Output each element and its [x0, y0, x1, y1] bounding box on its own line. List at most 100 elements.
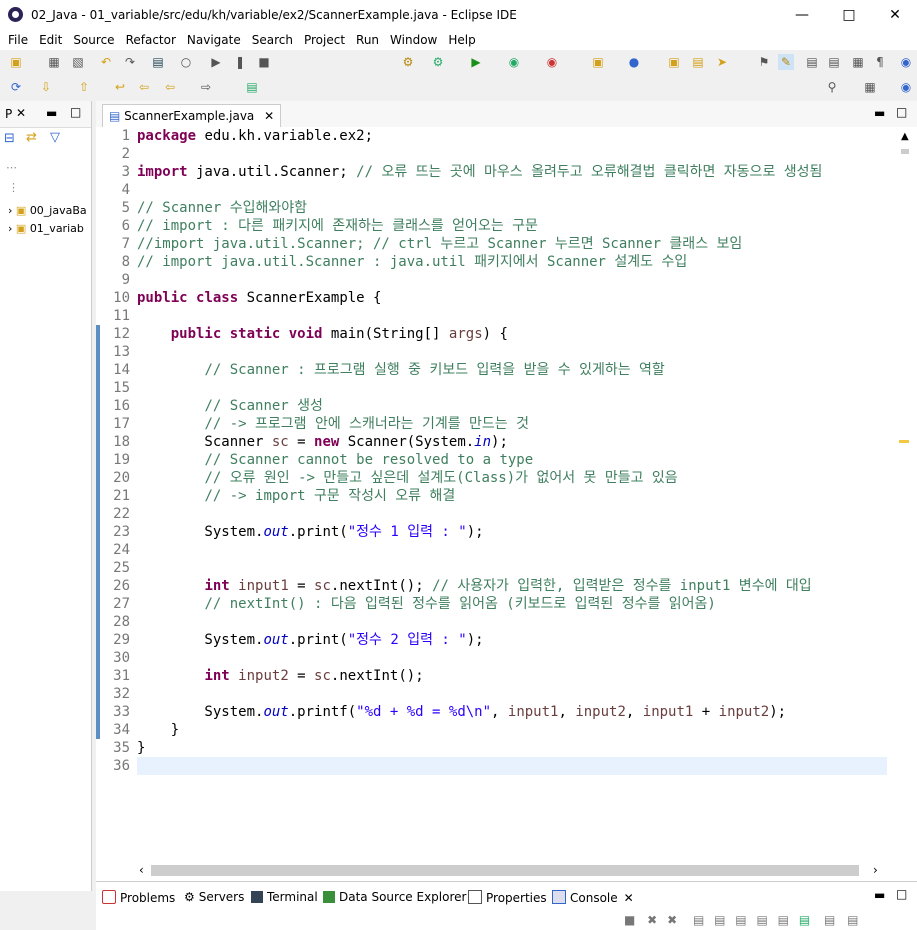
code-line[interactable]: int input1 = sc.nextInt(); // 사용자가 입력한, … [137, 577, 887, 595]
show-stdout-icon[interactable]: ▤ [756, 913, 767, 927]
show-stderr-icon[interactable]: ▤ [778, 913, 789, 927]
remove-all-icon[interactable]: ✖ [667, 913, 677, 927]
back-arrow-icon[interactable]: ⇦ [162, 79, 178, 95]
open-perspective-icon[interactable]: ▦ [862, 79, 878, 95]
code-line[interactable] [137, 271, 887, 289]
code-line[interactable] [137, 379, 887, 397]
code-line[interactable]: // Scanner 생성 [137, 397, 887, 415]
word-wrap-icon[interactable]: ▤ [735, 913, 746, 927]
tab-problems[interactable]: Problems [102, 890, 175, 905]
save-all-icon[interactable]: ▧ [70, 54, 86, 70]
last-edit-icon[interactable]: ↩ [112, 79, 128, 95]
code-line[interactable]: int input2 = sc.nextInt(); [137, 667, 887, 685]
perspective-icon[interactable]: ◉ [898, 79, 914, 95]
code-line[interactable]: } [137, 739, 887, 757]
minimize-view-icon[interactable]: ▬ [46, 106, 57, 120]
tree-item-project-0[interactable]: › ▣ 00_javaBa [8, 204, 90, 217]
close-icon[interactable]: ✕ [16, 106, 26, 120]
maximize-panel-icon[interactable]: □ [896, 887, 907, 901]
code-line[interactable]: package edu.kh.variable.ex2; [137, 127, 887, 145]
code-line[interactable] [137, 343, 887, 361]
block-selection-icon[interactable]: ▤ [804, 54, 820, 70]
skip-breakpoints-icon[interactable]: ○ [178, 54, 194, 70]
maximize-editor-icon[interactable]: □ [896, 105, 907, 119]
code-line[interactable] [137, 757, 887, 775]
undo-icon[interactable]: ↶ [98, 54, 114, 70]
minimize-editor-icon[interactable]: ▬ [874, 106, 885, 120]
horizontal-scrollbar[interactable]: ‹ › [137, 862, 897, 879]
package-explorer-tab[interactable]: P [5, 107, 12, 121]
save-icon[interactable]: ▦ [46, 54, 62, 70]
view-menu-icon[interactable]: ⋯ [6, 161, 17, 174]
toggle-mark-icon[interactable]: ⚑ [756, 54, 772, 70]
menu-run[interactable]: Run [348, 30, 382, 47]
code-line[interactable]: // 오류 원인 -> 만들고 싶은데 설계도(Class)가 없어서 못 만들… [137, 469, 887, 487]
menu-edit[interactable]: Edit [31, 30, 65, 47]
link-editor-icon[interactable]: ⇄ [26, 130, 37, 145]
java-perspective-icon[interactable]: ◉ [898, 54, 914, 70]
code-line[interactable]: // import java.util.Scanner : java.util … [137, 253, 887, 271]
expand-icon[interactable]: › [8, 222, 12, 235]
word-wrap-icon[interactable]: ▤ [826, 54, 842, 70]
show-whitespace-icon[interactable]: ▦ [850, 54, 866, 70]
forward-icon[interactable]: ⇨ [198, 79, 214, 95]
code-line[interactable] [137, 145, 887, 163]
code-line[interactable] [137, 685, 887, 703]
menu-help[interactable]: Help [440, 30, 478, 47]
code-line[interactable]: System.out.print("정수 1 입력 : "); [137, 523, 887, 541]
close-tab-icon[interactable]: ✕ [624, 891, 634, 905]
tab-properties[interactable]: Properties [468, 890, 547, 905]
menu-file[interactable]: File [0, 30, 31, 47]
code-line[interactable]: System.out.printf("%d + %d = %d\n", inpu… [137, 703, 887, 721]
tab-terminal[interactable]: Terminal [251, 890, 318, 904]
minimize-panel-icon[interactable]: ▬ [874, 888, 885, 902]
code-line[interactable]: public static void main(String[] args) { [137, 325, 887, 343]
code-line[interactable] [137, 307, 887, 325]
search-launch-icon[interactable]: ➤ [714, 54, 730, 70]
tree-item-project-1[interactable]: › ▣ 01_variab [8, 222, 90, 235]
open-type-icon[interactable]: ▣ [666, 54, 682, 70]
refresh-icon[interactable]: ⟳ [8, 79, 24, 95]
code-line[interactable]: //import java.util.Scanner; // ctrl 누르고 … [137, 235, 887, 253]
pin-editor-icon[interactable]: ▤ [244, 79, 260, 95]
menu-project[interactable]: Project [296, 30, 348, 47]
tab-data-source-explorer[interactable]: Data Source Explorer [323, 890, 466, 904]
overview-marker[interactable] [899, 440, 909, 443]
scroll-thumb[interactable] [151, 865, 859, 876]
menu-window[interactable]: Window [382, 30, 440, 47]
close-tab-icon[interactable]: ✕ [264, 109, 274, 123]
collapse-all-icon[interactable]: ⊟ [4, 131, 15, 146]
new-class-icon[interactable]: ● [626, 54, 642, 70]
filter-icon[interactable]: ▽ [50, 130, 60, 145]
code-line[interactable]: import java.util.Scanner; // 오류 뜨는 곳에 마우… [137, 163, 887, 181]
code-line[interactable]: // Scanner cannot be resolved to a type [137, 451, 887, 469]
code-line[interactable]: Scanner sc = new Scanner(System.in); [137, 433, 887, 451]
pilcrow-icon[interactable]: ¶ [872, 54, 888, 70]
remove-launch-icon[interactable]: ✖ [647, 913, 657, 927]
code-line[interactable]: public class ScannerExample { [137, 289, 887, 307]
code-line[interactable]: // Scanner 수입해와야함 [137, 199, 887, 217]
code-line[interactable]: // import : 다른 패키지에 존재하는 클래스를 얻어오는 구문 [137, 217, 887, 235]
expand-icon[interactable]: › [8, 204, 12, 217]
code-line[interactable]: } [137, 721, 887, 739]
previous-annotation-icon[interactable]: ⇧ [76, 79, 92, 95]
code-line[interactable]: // -> 프로그램 안에 스캐너라는 기계를 만드는 것 [137, 415, 887, 433]
maximize-view-icon[interactable]: □ [70, 105, 81, 119]
scroll-left-icon[interactable]: ‹ [139, 863, 144, 877]
code-line[interactable]: // Scanner : 프로그램 실행 중 키보드 입력을 받을 수 있게하는… [137, 361, 887, 379]
tab-console[interactable]: Console ✕ [552, 890, 634, 905]
overview-thumb[interactable] [901, 149, 909, 154]
menu-source[interactable]: Source [65, 30, 117, 47]
menu-refactor[interactable]: Refactor [118, 30, 179, 47]
next-annotation-icon[interactable]: ⇩ [38, 79, 54, 95]
debug-icon[interactable]: ⚙ [430, 54, 446, 70]
menu-search[interactable]: Search [244, 30, 296, 47]
code-line[interactable]: // -> import 구문 작성시 오류 해결 [137, 487, 887, 505]
coverage-icon[interactable]: ◉ [506, 54, 522, 70]
clear-console-icon[interactable]: ▤ [693, 913, 704, 927]
terminate-icon[interactable]: ■ [256, 54, 272, 70]
run-icon[interactable]: ▶ [468, 54, 484, 70]
suspend-icon[interactable]: ❚ [232, 54, 248, 70]
editor-tab[interactable]: ▤ ScannerExample.java ✕ [102, 104, 282, 128]
code-line[interactable] [137, 181, 887, 199]
